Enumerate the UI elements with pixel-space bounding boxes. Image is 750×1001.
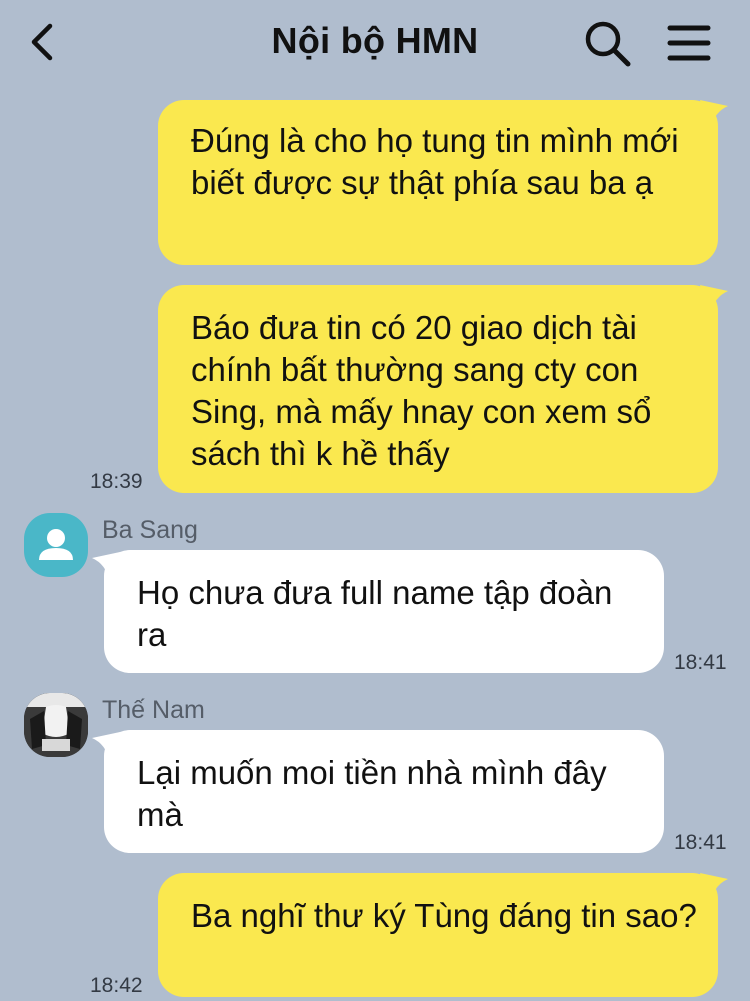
chat-title: Nội bộ HMN <box>271 20 479 61</box>
message-text: Đúng là cho họ tung tin mình mới biết đư… <box>191 122 679 201</box>
message-text: Báo đưa tin có 20 giao dịch tài chính bấ… <box>191 309 652 472</box>
message-timestamp: 18:42 <box>90 974 143 997</box>
search-icon <box>585 21 631 67</box>
message-text: Ba nghĩ thư ký Tùng đáng tin sao? <box>191 897 697 934</box>
search-button[interactable] <box>582 18 632 68</box>
message-timestamp: 18:41 <box>674 831 727 854</box>
hamburger-menu-icon <box>667 25 711 61</box>
profile-photo <box>24 693 88 757</box>
avatar[interactable] <box>24 693 88 757</box>
message-text: Lại muốn moi tiền nhà mình đây mà <box>137 754 607 833</box>
message-bubble[interactable]: Báo đưa tin có 20 giao dịch tài chính bấ… <box>158 285 718 493</box>
message-bubble[interactable]: Lại muốn moi tiền nhà mình đây mà <box>104 730 664 853</box>
message-bubble[interactable]: Họ chưa đưa full name tập đoàn ra <box>104 550 664 673</box>
message-text: Họ chưa đưa full name tập đoàn ra <box>137 574 613 653</box>
message-bubble[interactable]: Ba nghĩ thư ký Tùng đáng tin sao? <box>158 873 718 997</box>
sender-name: Ba Sang <box>102 516 198 544</box>
avatar[interactable] <box>24 513 88 577</box>
sender-name: Thế Nam <box>102 696 205 724</box>
message-timestamp: 18:41 <box>674 651 727 674</box>
chat-header: Nội bộ HMN <box>0 0 750 86</box>
message-timestamp: 18:39 <box>90 470 143 493</box>
person-icon <box>39 529 73 560</box>
message-bubble[interactable]: Đúng là cho họ tung tin mình mới biết đư… <box>158 100 718 265</box>
menu-button[interactable] <box>664 20 714 66</box>
